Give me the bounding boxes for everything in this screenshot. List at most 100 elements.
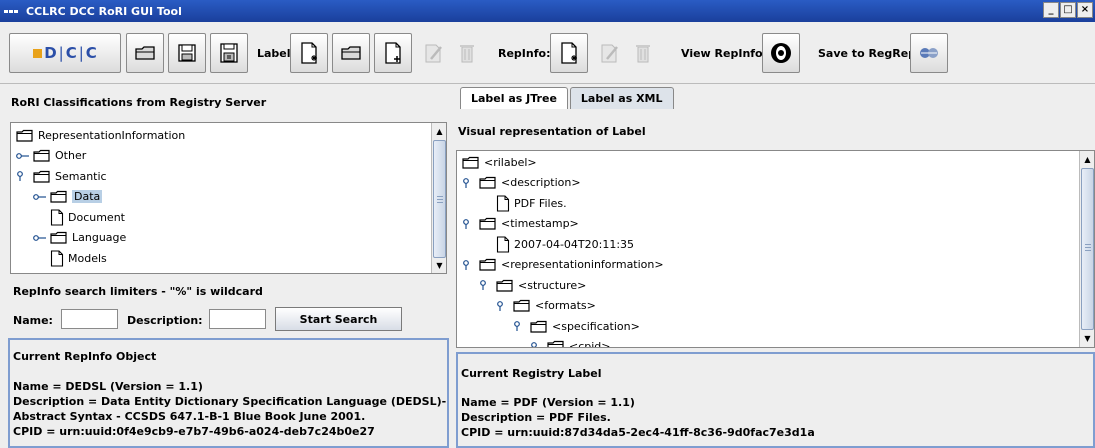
floppy-disk-icon [178,44,196,62]
tree-node-label: 2007-04-04T20:11:35 [514,237,635,251]
tree-collapsed-handle-icon[interactable] [33,233,47,243]
description-input[interactable] [209,309,266,329]
tree-expanded-handle-icon[interactable] [496,300,510,311]
open-folder-button[interactable] [126,33,164,73]
trash-icon [460,45,474,63]
window-title: CCLRC DCC RoRI GUI Tool [26,4,182,18]
tree-collapsed-handle-icon[interactable] [33,192,47,202]
document-icon [50,208,64,226]
current-registry-label-title: Current Registry Label [461,367,602,380]
scroll-down-arrow[interactable]: ▼ [1080,332,1094,346]
folder-icon [50,231,67,244]
tree-node-label: <structure> [518,278,587,292]
tree-node-label: PDF Files. [514,196,567,210]
label-tree-scrollbar[interactable]: ▲ ▼ [1079,151,1094,347]
folder-icon [547,340,564,347]
tree-node[interactable]: Language [33,229,127,247]
tree-node-label: <representationinformation> [501,258,664,271]
folder-icon [479,258,496,271]
folder-icon [513,299,530,312]
folder-icon [479,176,496,189]
current-repinfo-panel: Current RepInfo Object Name = DEDSL (Ver… [8,338,449,448]
tree-node[interactable]: Data [33,188,103,206]
tree-node-label: Models [68,251,107,265]
scroll-thumb[interactable] [433,140,446,258]
tree-node-label: Document [68,210,125,224]
visual-representation-title: Visual representation of Label [458,125,646,138]
tree-node[interactable]: <formats> [497,297,596,315]
view-repinfo-caption: View RepInfo [681,47,763,60]
tree-expanded-handle-icon[interactable] [479,280,493,290]
current-repinfo-title: Current RepInfo Object [13,350,157,363]
tree-node-label: Language [72,231,127,244]
dcc-logo-button[interactable]: D | C | C [9,33,121,73]
name-input[interactable] [61,309,118,329]
tree-node-label: Data [72,190,103,203]
tree-collapsed-handle-icon[interactable] [16,151,30,161]
tree-node-label: Other [55,149,87,162]
scroll-thumb[interactable] [1081,168,1094,330]
tree-node[interactable]: 2007-04-04T20:11:35 [496,235,634,253]
trash-icon [636,45,650,63]
tree-node[interactable]: <representationinformation> [463,256,664,274]
tree-expanded-handle-icon[interactable] [16,171,30,181]
delete-repinfo-button[interactable] [628,33,658,73]
view-repinfo-button[interactable] [762,33,800,73]
tree-node[interactable]: <rilabel> [462,153,537,171]
tree-node[interactable]: Models [50,249,107,267]
registry-label-line: CPID = urn:uuid:87d34da5-2ec4-41ff-8c36-… [461,426,815,439]
minimize-button[interactable]: _ [1043,2,1059,18]
tree-node[interactable]: <structure> [480,276,587,294]
add-label-button[interactable] [374,33,412,73]
app-icon [4,6,22,16]
open-label-button[interactable] [332,33,370,73]
new-repinfo-button[interactable] [550,33,588,73]
tree-node[interactable]: Semantic [17,167,107,185]
tree-expanded-handle-icon[interactable] [462,259,476,270]
close-button[interactable]: × [1077,2,1093,18]
tree-node[interactable]: <description> [463,174,581,192]
delete-label-button[interactable] [452,33,482,73]
edit-document-icon [601,44,618,63]
tree-expanded-handle-icon[interactable] [530,341,544,349]
tree-node[interactable]: Other [16,147,87,165]
folder-icon [50,190,67,203]
tree-node-label: <specification> [552,319,640,333]
start-search-button[interactable]: Start Search [275,307,402,331]
save-as-icon [220,43,238,63]
tab-label-as-jtree[interactable]: Label as JTree [460,87,568,109]
title-bar: CCLRC DCC RoRI GUI Tool _ □ × [0,0,1095,22]
save-as-button[interactable] [210,33,248,73]
tab-label-as-xml[interactable]: Label as XML [569,87,674,109]
save-button[interactable] [168,33,206,73]
tree-expanded-handle-icon[interactable] [462,177,476,188]
maximize-button[interactable]: □ [1060,2,1076,18]
folder-icon [16,129,33,142]
tree-node-label: RepresentationInformation [38,128,186,142]
tree-node[interactable]: RepresentationInformation [16,126,185,144]
label-view-tabs: Label as JTree Label as XML [460,87,676,109]
edit-document-icon [425,44,442,63]
tree-expanded-handle-icon[interactable] [462,218,476,229]
scroll-up-arrow[interactable]: ▲ [1080,153,1094,167]
edit-label-button[interactable] [416,33,450,73]
tree-expanded-handle-icon[interactable] [513,321,527,331]
scroll-down-arrow[interactable]: ▼ [432,259,446,273]
tree-node-label: <rilabel> [484,155,537,169]
tree-node-label: <description> [501,176,581,189]
tree-node[interactable]: <specification> [514,317,640,335]
tree-node[interactable]: Document [50,208,125,226]
tree-node[interactable]: <timestamp> [463,215,579,233]
classifications-scrollbar[interactable]: ▲ ▼ [431,123,446,273]
repinfo-line: Abstract Syntax - CCSDS 647.1-B-1 Blue B… [13,410,366,423]
classifications-tree[interactable]: ▲ ▼ RepresentationInformation Other Semant… [10,122,447,274]
new-label-button[interactable] [290,33,328,73]
edit-repinfo-button[interactable] [592,33,626,73]
tree-node[interactable]: PDF Files. [496,194,567,212]
tree-node[interactable]: <cpid> [531,338,611,347]
eye-icon [771,43,791,63]
save-regrep-button[interactable] [910,33,948,73]
label-tree[interactable]: ▲ ▼ <rilabel> <description> PDF Files. <tim… [456,150,1095,348]
scroll-up-arrow[interactable]: ▲ [432,125,446,139]
repinfo-line: CPID = urn:uuid:0f4e9cb9-e7b7-49b6-a024-… [13,425,375,438]
